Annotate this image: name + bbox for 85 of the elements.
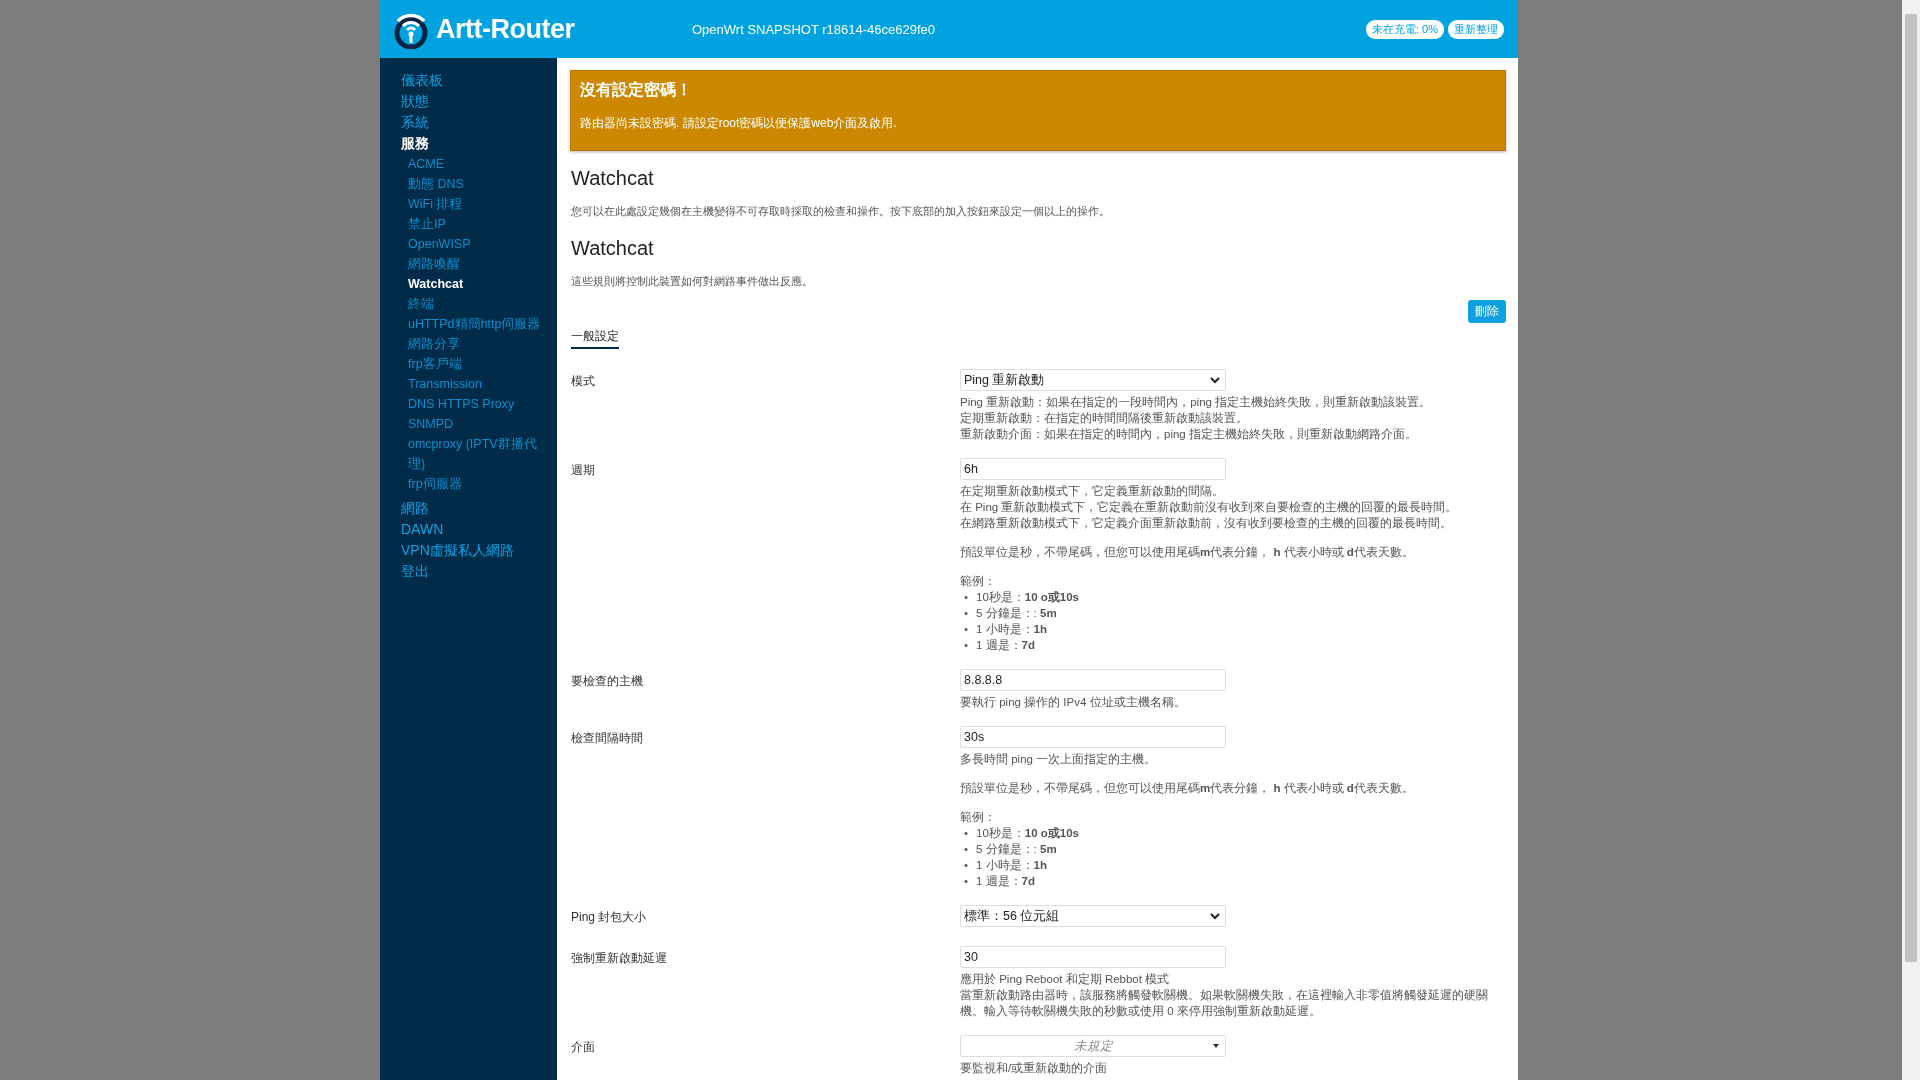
brand-name: Artt-Router [436, 13, 575, 45]
section-tab[interactable]: 一般設定 [571, 328, 619, 349]
caret-icon [1213, 1044, 1219, 1048]
field-label: 週期 [571, 462, 596, 479]
field-label: Ping 封包大小 [571, 909, 648, 926]
help-text: 在網路重新啟動模式下，它定義介面重新啟動前，沒有收到要檢查的主機的回覆的最長時間。 [960, 516, 1453, 531]
field-label: 模式 [571, 373, 596, 390]
help-text: 重新啟動介面：如果在指定的時間內，ping 指定主機始終失敗，則重新啟動網路介面。 [960, 427, 1418, 442]
scrollbar-thumb[interactable] [1905, 14, 1917, 962]
bullet-mark: • [964, 622, 970, 637]
field-label: 介面 [571, 1039, 596, 1056]
sidebar-item[interactable]: VPN虛擬私人網路 [401, 540, 557, 561]
sidebar-subitem[interactable]: omcproxy (IPTV群播代理) [408, 434, 548, 474]
help-text: 多長時間 ping 一次上面指定的主機。 [960, 752, 1158, 767]
section-title: Watchcat [571, 237, 655, 260]
example-item: 10秒是：10 o或10s [976, 590, 1079, 605]
bullet-mark: • [964, 874, 970, 889]
bullet-mark: • [964, 826, 970, 841]
sidebar-subitem[interactable]: 網路喚醒 [408, 254, 548, 274]
sidebar-subitem[interactable]: WiFi 排程 [408, 194, 548, 214]
sidebar-item[interactable]: DAWN [401, 519, 557, 540]
sidebar-subitem[interactable]: uHTTPd精簡http伺服器 [408, 314, 548, 334]
example-item: 1 週是：7d [976, 638, 1035, 653]
sidebar-subitem[interactable]: frp伺服器 [408, 474, 548, 494]
sidebar-subitem[interactable]: DNS HTTPS Proxy [408, 394, 548, 414]
page-title: Watchcat [571, 167, 655, 190]
sidebar-item[interactable]: 狀態 [401, 91, 557, 112]
example-item: 10秒是：10 o或10s [976, 826, 1079, 841]
sidebar-subitem[interactable]: SNMPD [408, 414, 548, 434]
select-field[interactable]: 標準：56 位元組 [960, 905, 1226, 927]
sidebar-subitem[interactable]: 終端 [408, 294, 548, 314]
delete-button[interactable]: 刪除 [1468, 300, 1506, 323]
sidebar-item[interactable]: 登出 [401, 561, 557, 582]
chevron-down-icon [1210, 376, 1220, 384]
header-badge[interactable]: 未在充電: 0% [1366, 19, 1444, 39]
section-description: 這些規則將控制此裝置如何對網路事件做出反應。 [571, 274, 814, 289]
sidebar-subitem[interactable]: 網路分享 [408, 334, 548, 354]
input-field[interactable]: 8.8.8.8 [960, 669, 1226, 691]
sidebar-subitem[interactable]: 動態 DNS [408, 174, 548, 194]
chevron-down-icon [1210, 912, 1220, 920]
help-text: 預設單位是秒，不帶尾碼，但您可以使用尾碼m代表分鐘， h 代表小時或 d代表天數。 [960, 545, 1415, 560]
help-text: 當重新啟動路由器時，該服務將觸發軟關機。如果軟關機失敗，在這裡輸入非零值將觸發延遲的硬關機。輸入等待軟關機失敗的秒數或使用 0 來停用強制重新啟動延遲。 [960, 988, 1489, 1019]
example-item: 5 分鐘是：: 5m [976, 842, 1057, 857]
help-text: 要監視和/或重新啟動的介面 [960, 1061, 1109, 1076]
example-item: 1 小時是：1h [976, 622, 1047, 637]
firmware-version: OpenWrt SNAPSHOT r18614-46ce629fe0 [692, 21, 936, 37]
help-text: 範例： [960, 574, 997, 589]
page-description: 您可以在此處設定幾個在主機變得不可存取時採取的檢查和操作。按下底部的加入按鈕來設定一個以上的操作。 [571, 204, 1111, 219]
sidebar-subitem[interactable]: 禁止IP [408, 214, 548, 234]
input-field[interactable]: 30s [960, 726, 1226, 748]
sidebar-subitem[interactable]: frp客戶端 [408, 354, 548, 374]
bullet-mark: • [964, 638, 970, 653]
example-item: 1 週是：7d [976, 874, 1035, 889]
example-item: 5 分鐘是：: 5m [976, 606, 1057, 621]
help-text: 預設單位是秒，不帶尾碼，但您可以使用尾碼m代表分鐘， h 代表小時或 d代表天數。 [960, 781, 1415, 796]
sidebar-item[interactable]: 儀表板 [401, 70, 557, 91]
field-label: 強制重新啟動延遲 [571, 950, 668, 967]
select-field[interactable]: Ping 重新啟動 [960, 369, 1226, 391]
bullet-mark: • [964, 842, 970, 857]
bullet-mark: • [964, 858, 970, 873]
alert-title: 沒有設定密碼！ [580, 80, 693, 100]
help-text: 要執行 ping 操作的 IPv4 位址或主機名稱。 [960, 695, 1187, 710]
alert-message: 路由器尚未設密碼. 請設定root密碼以便保護web介面及啟用. [580, 115, 898, 132]
help-text: 定期重新啟動：在指定的時間間隔後重新啟動該裝置。 [960, 411, 1249, 426]
example-item: 1 小時是：1h [976, 858, 1047, 873]
field-label: 檢查間隔時間 [571, 730, 644, 747]
sidebar-subitem[interactable]: OpenWISP [408, 234, 548, 254]
bullet-mark: • [964, 606, 970, 621]
sidebar-subitem[interactable]: Watchcat [408, 274, 548, 294]
sidebar-item[interactable]: 服務 [401, 133, 557, 154]
help-text: 範例： [960, 810, 997, 825]
help-text: 在 Ping 重新啟動模式下，它定義在重新啟動前沒有收到來自要檢查的主機的回覆的最長時間。 [960, 500, 1459, 515]
help-text: 應用於 Ping Reboot 和定期 Rebbot 模式 [960, 972, 1171, 987]
bullet-mark: • [964, 590, 970, 605]
sidebar-subitem[interactable]: ACME [408, 154, 548, 174]
sidebar-item[interactable]: 系統 [401, 112, 557, 133]
sidebar-subitem[interactable]: Transmission [408, 374, 548, 394]
help-text: Ping 重新啟動：如果在指定的一段時間內，ping 指定主機始終失敗，則重新啟動該裝置。 [960, 395, 1433, 410]
help-text: 在定期重新啟動模式下，它定義重新啟動的間隔。 [960, 484, 1225, 499]
sidebar-item[interactable]: 網路 [401, 498, 557, 519]
input-field[interactable]: 6h [960, 458, 1226, 480]
dropdown-field[interactable]: 未規定 [960, 1035, 1226, 1057]
input-field[interactable]: 30 [960, 946, 1226, 968]
field-label: 要檢查的主機 [571, 673, 644, 690]
header-badge[interactable]: 重新整理 [1448, 19, 1504, 39]
